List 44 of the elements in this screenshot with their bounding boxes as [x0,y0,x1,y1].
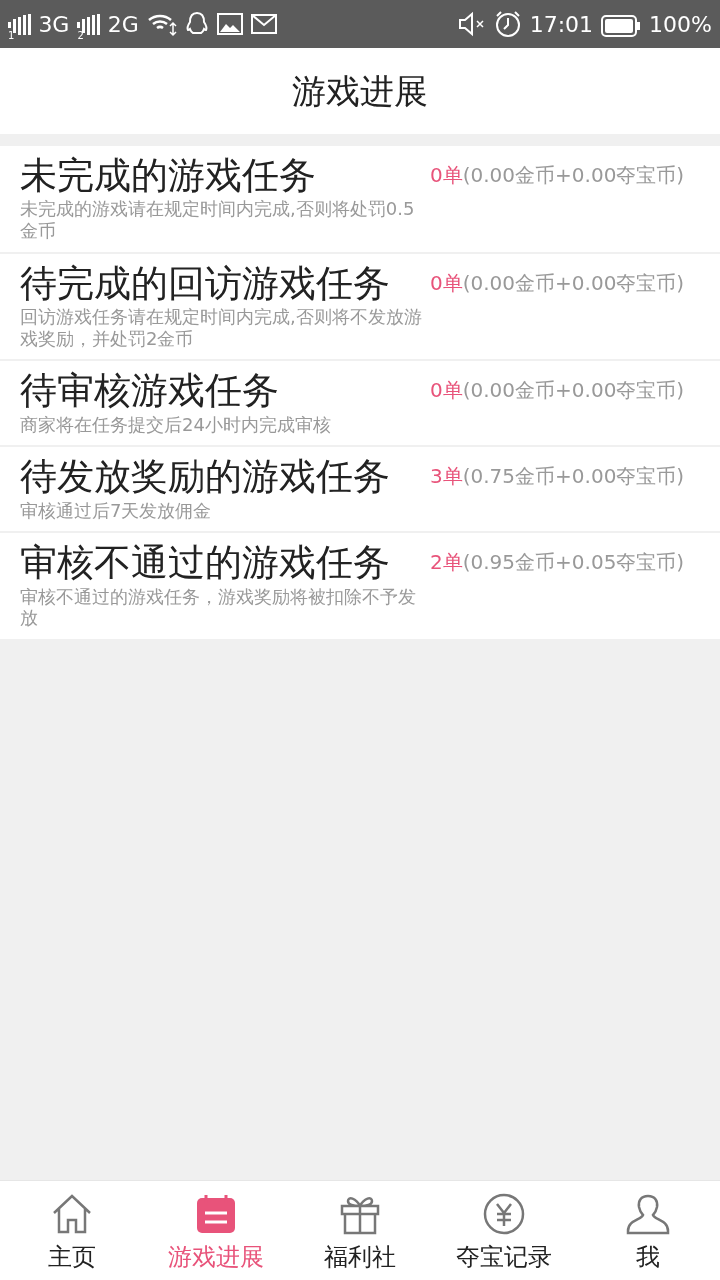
page-title: 游戏进展 [292,69,428,113]
tab-bar-item[interactable]: 夺宝记录 [432,1181,576,1280]
status-text: 100% [649,10,712,39]
task-title: 待完成的回访游戏任务 [20,261,391,306]
task-title: 审核不通过的游戏任务 [20,541,391,586]
task-description: 审核通过后7天发放佣金 [20,499,213,522]
task-description: 商家将在任务提交后24小时内完成审核 [20,413,332,436]
status-text: 2G [107,10,139,39]
task-description: 审核不通过的游戏任务，游戏奖励将被扣除不予发放 [20,585,417,629]
reward-amount: (0.95金币+0.05夺宝币) [462,549,685,577]
image-icon [216,12,243,36]
yen-coin-icon [483,1193,525,1235]
order-count: 0单 [430,269,463,297]
task-row[interactable]: 审核不通过的游戏任务 审核不通过的游戏任务，游戏奖励将被扣除不予发放 2单(0.95金币+0.05夺宝币) [0,533,720,639]
mute-icon [457,11,486,37]
mail-icon [250,13,277,35]
reward-amount: (0.75金币+0.00夺宝币) [462,463,685,491]
order-count: 0单 [430,162,463,189]
reward-amount: (0.00金币+0.00夺宝币) [462,269,685,297]
task-row[interactable]: 未完成的游戏任务 未完成的游戏请在规定时间内完成,否则将处罚0.5金币 0单(0.00金币+0.00夺宝币) [0,146,720,252]
order-count: 2单 [430,549,463,577]
order-count: 3单 [430,463,463,491]
sim-number: 1 [8,30,15,41]
user-icon [626,1193,670,1235]
alarm-icon [493,10,522,38]
tab-bar-item[interactable]: 福利社 [288,1181,432,1280]
task-row[interactable]: 待审核游戏任务 商家将在任务提交后24小时内完成审核 0单(0.00金币+0.00夺宝币) [0,361,720,446]
reward-amount: (0.00金币+0.00夺宝币) [462,377,685,405]
calendar-icon [195,1193,237,1235]
task-row[interactable]: 待完成的回访游戏任务 回访游戏任务请在规定时间内完成,否则将不发放游戏奖励，并处罚2金币 0单(0.00金币+0.00夺宝币) [0,253,720,360]
tab-bar-item[interactable]: 主页 [0,1181,144,1280]
status-text: 17:01 [529,10,594,39]
reward-amount: (0.00金币+0.00夺宝币) [462,162,685,189]
task-description: 未完成的游戏请在规定时间内完成,否则将处罚0.5金币 [20,198,416,242]
order-count: 0单 [430,377,463,405]
tab-bar-item[interactable]: 我 [576,1181,720,1280]
status-text: 3G [38,10,70,39]
penguin-icon [184,11,209,37]
tab-bar-item[interactable]: 游戏进展 [144,1181,288,1280]
task-title: 待发放奖励的游戏任务 [20,455,391,500]
task-row[interactable]: 待发放奖励的游戏任务 审核通过后7天发放佣金 3单(0.75金币+0.00夺宝币) [0,447,720,532]
task-title: 未完成的游戏任务 [20,154,317,199]
task-title: 待审核游戏任务 [20,369,280,414]
task-description: 回访游戏任务请在规定时间内完成,否则将不发放游戏奖励，并处罚2金币 [20,305,423,350]
